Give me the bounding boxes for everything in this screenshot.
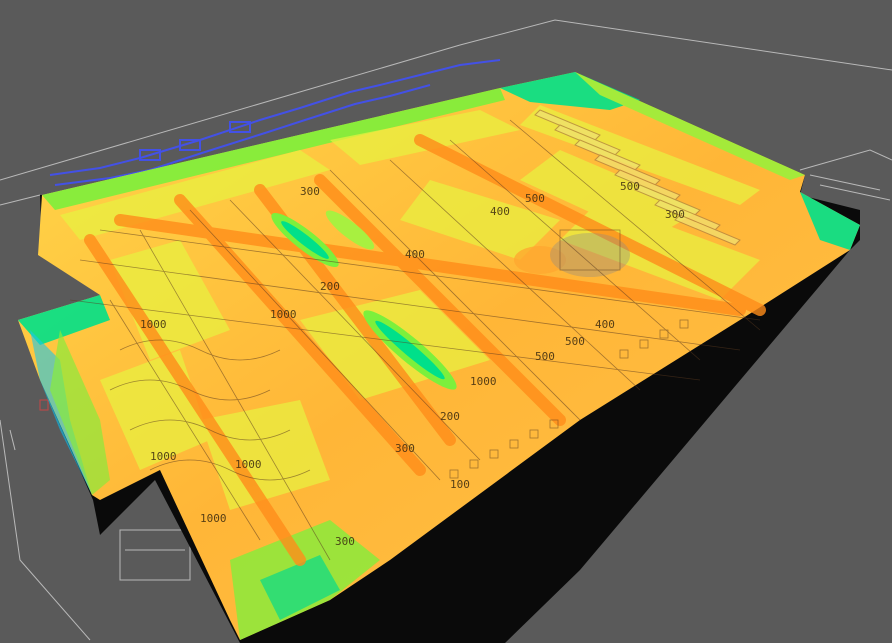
contour-label: 300 bbox=[665, 208, 685, 221]
contour-label: 1000 bbox=[270, 308, 297, 321]
contour-label: 500 bbox=[535, 350, 555, 363]
contour-label: 1000 bbox=[470, 375, 497, 388]
contour-label: 100 bbox=[450, 478, 470, 491]
3d-viewport[interactable]: 300 200 400 500 400 1000 1000 1000 200 3… bbox=[0, 0, 892, 643]
contour-label: 1000 bbox=[150, 450, 177, 463]
contour-label: 500 bbox=[620, 180, 640, 193]
contour-label: 500 bbox=[525, 192, 545, 205]
contour-label: 500 bbox=[565, 335, 585, 348]
contour-label: 200 bbox=[320, 280, 340, 293]
contour-label: 400 bbox=[490, 205, 510, 218]
contour-label: 300 bbox=[395, 442, 415, 455]
contour-label: 1000 bbox=[235, 458, 262, 471]
contour-label: 300 bbox=[335, 535, 355, 548]
contour-label: 300 bbox=[300, 185, 320, 198]
contour-label: 200 bbox=[440, 410, 460, 423]
contour-label: 400 bbox=[405, 248, 425, 261]
contour-label: 400 bbox=[595, 318, 615, 331]
contour-label: 1000 bbox=[200, 512, 227, 525]
contour-label: 1000 bbox=[140, 318, 167, 331]
